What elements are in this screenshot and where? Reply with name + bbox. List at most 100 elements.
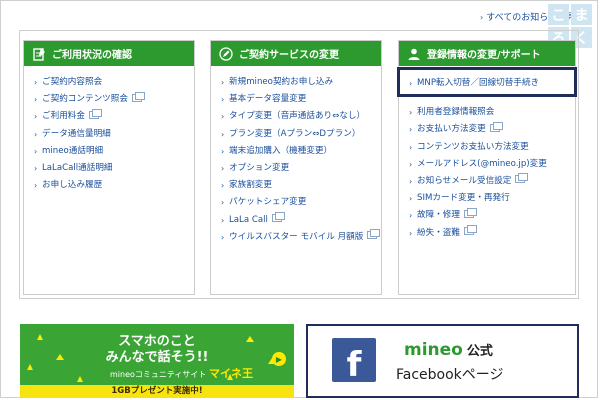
chevron-right-icon: › [409, 228, 413, 238]
menu-link[interactable]: › 紛失・盗難 [409, 225, 575, 242]
community-promo-strip: 1GBプレゼント実施中! [20, 385, 294, 398]
chevron-right-icon: › [34, 95, 38, 105]
link-label: データ通信量明細 [42, 128, 111, 139]
link-label: 家族割変更 [229, 180, 272, 191]
chevron-right-icon: › [221, 232, 225, 242]
panel-usage-status: ご利用状況の確認 › ご契約内容照会 › ご契約コンテンツ照会 › ご利用料金 › デー… [23, 40, 195, 295]
menu-link[interactable]: › メールアドレス(@mineo.jp)変更 [409, 156, 575, 173]
badge-char: こ [548, 4, 569, 25]
panel-service-change: ご契約サービスの変更 › 新規mineo契約お申し込み › 基本データ容量変更 › タ… [210, 40, 382, 295]
chevron-right-icon: › [34, 146, 38, 156]
menu-link[interactable]: › mineo通話明細 [34, 143, 194, 160]
facebook-banner[interactable]: f mineo 公式 Facebookページ [306, 324, 579, 398]
link-label: お支払い方法変更 [417, 124, 486, 135]
external-window-icon [463, 225, 477, 235]
badge-char: ま [571, 4, 592, 25]
external-window-icon [515, 173, 529, 184]
chevron-right-icon: › [480, 13, 484, 22]
chevron-right-icon: › [221, 163, 225, 173]
person-icon [407, 47, 421, 61]
link-label: LaLa Call [229, 214, 268, 225]
chevron-right-icon: › [409, 194, 413, 204]
menu-link[interactable]: › LaLaCall通話明細 [34, 160, 194, 177]
chevron-right-icon: › [221, 129, 225, 139]
chevron-right-icon: ▶ [272, 352, 286, 366]
menu-link[interactable]: › ご利用料金 [34, 108, 194, 125]
menu-link[interactable]: › 基本データ容量変更 [221, 91, 381, 108]
link-label: ご利用料金 [42, 111, 85, 122]
link-label: 端末追加購入（機種変更） [229, 145, 333, 156]
chevron-right-icon: › [34, 78, 38, 87]
panel-header: 登録情報の変更/サポート [399, 41, 575, 66]
panel-header: ご利用状況の確認 [24, 41, 194, 66]
menu-link[interactable]: › 利用者登録情報照会 [409, 104, 575, 121]
panel-title: 登録情報の変更/サポート [427, 50, 541, 61]
menu-link[interactable]: › LaLa Call [221, 212, 381, 229]
community-brand: mineoコミュニティサイト マイネ王 [110, 365, 253, 381]
chevron-right-icon: › [221, 95, 225, 105]
community-brand-name: マイネ王 [208, 367, 253, 380]
link-label: SIMカード変更・再発行 [417, 193, 510, 204]
menu-link[interactable]: › 新規mineo契約お申し込み [221, 74, 381, 91]
external-window-icon [88, 108, 102, 119]
chevron-right-icon: › [409, 176, 413, 186]
chevron-right-icon: › [34, 181, 38, 191]
menu-link[interactable]: › SIMカード変更・再発行 [409, 190, 575, 207]
panel-title: ご契約サービスの変更 [239, 50, 339, 61]
menu-link[interactable]: › ウイルスバスター モバイル 月額版 [221, 229, 381, 246]
link-list: › ご契約内容照会 › ご契約コンテンツ照会 › ご利用料金 › データ通信量明細 › m… [24, 66, 194, 194]
menu-link[interactable]: › オプション変更 [221, 160, 381, 177]
community-banner[interactable]: スマホのこと みんなで話そう!! mineoコミュニティサイト マイネ王 ▶ 1… [20, 324, 294, 398]
chevron-right-icon: › [221, 198, 225, 208]
mnp-highlight-box [397, 67, 577, 97]
link-label: タイプ変更（音声通話あり⇔なし） [229, 111, 366, 122]
menu-link[interactable]: › プラン変更（Aプラン⇔Dプラン） [221, 126, 381, 143]
community-headline-2: みんなで話そう!! [105, 350, 209, 365]
official-label: 公式 [466, 344, 493, 359]
link-label: パケットシェア変更 [229, 197, 307, 208]
chevron-right-icon: › [409, 125, 413, 135]
link-label: mineo通話明細 [42, 145, 104, 156]
link-label: 基本データ容量変更 [229, 94, 307, 105]
link-label: プラン変更（Aプラン⇔Dプラン） [229, 128, 361, 139]
chevron-right-icon: › [409, 211, 413, 221]
link-label: お申し込み履歴 [42, 180, 103, 191]
link-label: 新規mineo契約お申し込み [229, 77, 334, 87]
chevron-right-icon: › [34, 112, 38, 122]
link-label: メールアドレス(@mineo.jp)変更 [417, 158, 547, 169]
menu-link[interactable]: › ご契約内容照会 [34, 74, 194, 91]
menu-link[interactable]: › 故障・修理 [409, 207, 575, 224]
chevron-right-icon: › [221, 215, 225, 225]
facebook-banner-brand: mineo 公式 [404, 340, 493, 360]
external-window-icon [271, 212, 285, 222]
chevron-right-icon: › [34, 129, 38, 139]
community-brand-prefix: mineoコミュニティサイト [110, 370, 207, 379]
link-list: › 新規mineo契約お申し込み › 基本データ容量変更 › タイプ変更（音声通話あり… [211, 66, 381, 246]
menu-link[interactable]: › タイプ変更（音声通話あり⇔なし） [221, 108, 381, 125]
link-label: 紛失・盗難 [417, 227, 460, 238]
menu-link[interactable]: › コンテンツお支払い方法変更 [409, 139, 575, 156]
menu-link[interactable]: › ご契約コンテンツ照会 [34, 91, 194, 108]
external-window-icon [489, 121, 503, 132]
menu-link[interactable]: › 家族割変更 [221, 177, 381, 194]
menu-link[interactable]: › お支払い方法変更 [409, 121, 575, 138]
menu-link[interactable]: › パケットシェア変更 [221, 194, 381, 211]
mineo-brand: mineo [404, 340, 463, 360]
chevron-right-icon: › [221, 146, 225, 156]
menu-link[interactable]: › データ通信量明細 [34, 126, 194, 143]
chevron-right-icon: › [409, 159, 413, 169]
external-window-icon [463, 207, 477, 218]
facebook-page-label: Facebookページ [396, 367, 504, 383]
pencil-icon [219, 46, 233, 61]
chevron-right-icon: › [221, 112, 225, 122]
external-window-icon [131, 91, 145, 102]
menu-link[interactable]: › 端末追加購入（機種変更） [221, 143, 381, 160]
link-label: 利用者登録情報照会 [417, 107, 495, 118]
chevron-right-icon: › [34, 163, 38, 173]
link-label: 故障・修理 [417, 210, 460, 221]
link-label: LaLaCall通話明細 [42, 162, 113, 173]
menu-link[interactable]: › お知らせメール受信設定 [409, 173, 575, 190]
chevron-right-icon: › [409, 142, 413, 152]
chevron-right-icon: › [221, 78, 225, 87]
menu-link[interactable]: › お申し込み履歴 [34, 177, 194, 194]
